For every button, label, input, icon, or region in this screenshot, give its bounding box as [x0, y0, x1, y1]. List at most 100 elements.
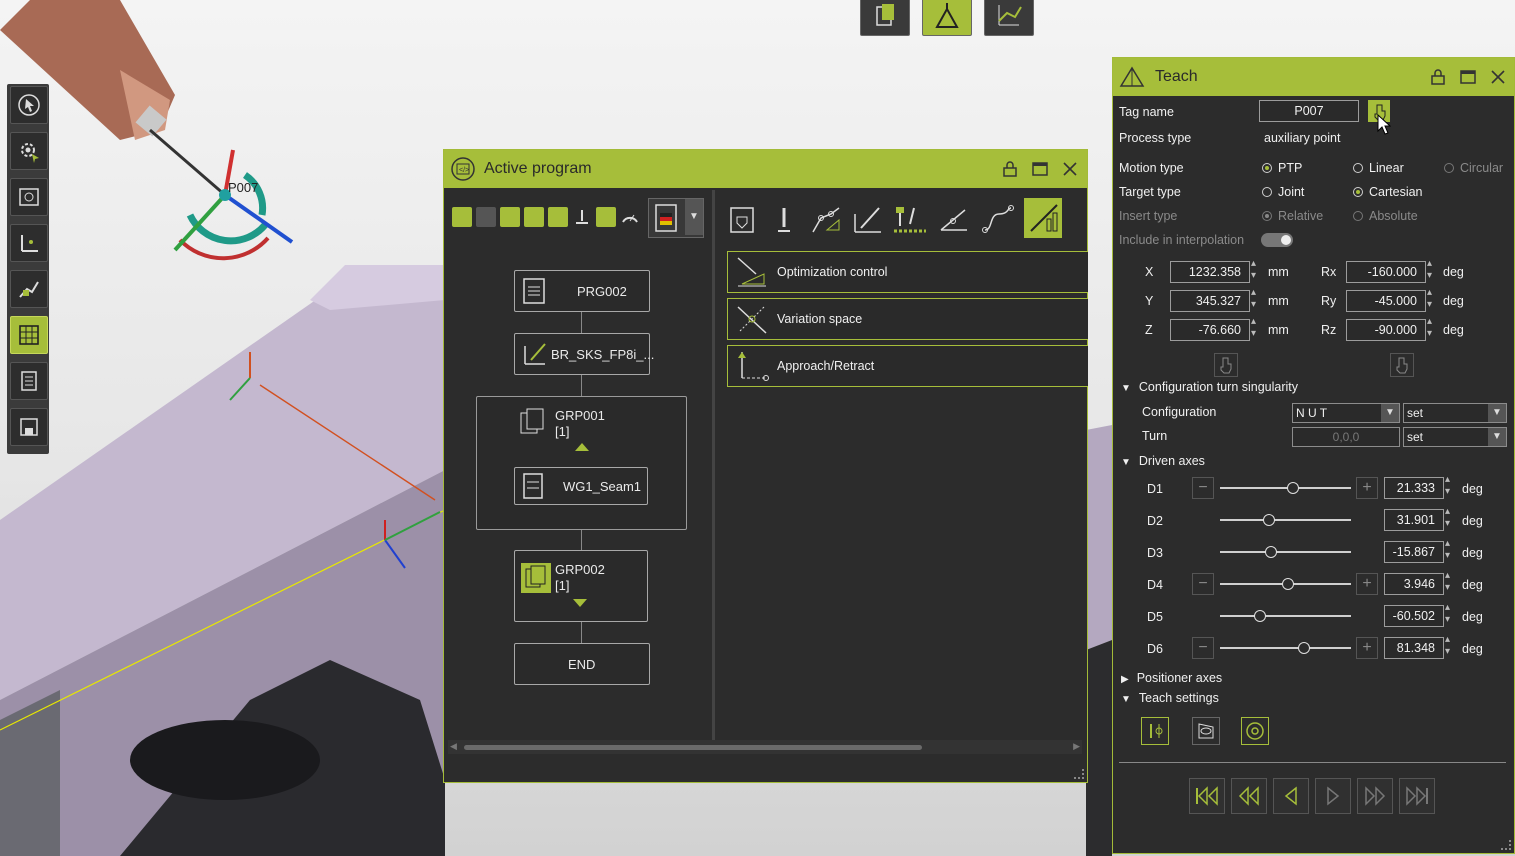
- y-input[interactable]: 345.327: [1170, 290, 1250, 312]
- radio-cartesian[interactable]: [1353, 187, 1363, 197]
- axis-spinner[interactable]: [1444, 570, 1456, 595]
- teach-orientation-button[interactable]: [1390, 353, 1414, 377]
- path-edit-button[interactable]: [10, 270, 48, 308]
- program-grid-button[interactable]: [10, 316, 48, 354]
- document-list-button[interactable]: [10, 362, 48, 400]
- ry-input[interactable]: -45.000: [1346, 290, 1426, 312]
- tree-node-group1[interactable]: GRP001 [1] WG1_Seam1: [476, 396, 687, 530]
- sensor-icon[interactable]: [596, 207, 616, 227]
- multi-torch-icon[interactable]: [892, 202, 928, 238]
- speed-icon[interactable]: [452, 207, 472, 227]
- scroll-right-icon[interactable]: ▶: [1073, 741, 1080, 752]
- tree-node-seam-group[interactable]: BR_SKS_FP8i_...: [514, 333, 654, 375]
- tag-name-input[interactable]: P007: [1259, 100, 1359, 122]
- axis-increment-button[interactable]: +: [1356, 573, 1378, 595]
- axis-decrement-button[interactable]: −: [1192, 573, 1214, 595]
- lock-icon[interactable]: [1001, 160, 1019, 178]
- maximize-icon[interactable]: [1459, 68, 1477, 86]
- first-point-button[interactable]: [1189, 778, 1225, 814]
- axis-spinner[interactable]: [1444, 538, 1456, 563]
- clipboard-button[interactable]: [860, 0, 910, 36]
- teach-view-button[interactable]: [1192, 717, 1220, 745]
- radio-linear[interactable]: [1353, 163, 1363, 173]
- sparkle-icon[interactable]: [476, 207, 496, 227]
- resize-grip-icon[interactable]: [1074, 769, 1084, 779]
- next-fast-button[interactable]: [1357, 778, 1393, 814]
- teach-titlebar[interactable]: Teach: [1113, 58, 1514, 96]
- rz-spinner[interactable]: [1426, 316, 1438, 341]
- torch-tool-icon[interactable]: [524, 207, 544, 227]
- axis-slider[interactable]: [1220, 546, 1351, 558]
- scroll-left-icon[interactable]: ◀: [450, 741, 457, 752]
- torch-tool-alt-icon[interactable]: [548, 207, 568, 227]
- tree-node-program[interactable]: PRG002: [514, 270, 650, 312]
- teach-position-button[interactable]: [1214, 353, 1238, 377]
- teach-settings-header[interactable]: ▼ Teach settings: [1121, 691, 1219, 705]
- x-input[interactable]: 1232.358: [1170, 261, 1250, 283]
- rz-input[interactable]: -90.000: [1346, 319, 1426, 341]
- resize-grip-icon[interactable]: [1501, 840, 1511, 850]
- axis-value-input[interactable]: 31.901: [1384, 509, 1444, 531]
- grid-chart-button[interactable]: [984, 0, 1034, 36]
- program-shield-icon[interactable]: [724, 202, 760, 238]
- axis-value-input[interactable]: -15.867: [1384, 541, 1444, 563]
- slider-knob[interactable]: [1264, 546, 1277, 558]
- ry-spinner[interactable]: [1426, 287, 1438, 312]
- select-tool-button[interactable]: [10, 86, 48, 124]
- list-item-variation-space[interactable]: Variation space: [727, 298, 1088, 340]
- tree-node-group2[interactable]: GRP002 [1]: [514, 550, 648, 622]
- config-section-header[interactable]: ▼ Configuration turn singularity: [1121, 380, 1298, 394]
- seam-weld-icon[interactable]: [850, 202, 886, 238]
- axis-decrement-button[interactable]: −: [1192, 637, 1214, 659]
- axis-spinner[interactable]: [1444, 634, 1456, 659]
- torch-tip-icon[interactable]: [766, 202, 802, 238]
- radio-circular[interactable]: [1444, 163, 1454, 173]
- previous-point-button[interactable]: [1273, 778, 1309, 814]
- chevron-down-icon[interactable]: ▼: [685, 199, 703, 235]
- slider-knob[interactable]: [1297, 642, 1310, 654]
- axis-slider[interactable]: [1220, 578, 1351, 590]
- radio-relative[interactable]: [1262, 211, 1272, 221]
- last-point-button[interactable]: [1399, 778, 1435, 814]
- configuration-select[interactable]: N U T ▼: [1292, 403, 1400, 423]
- active-program-titlebar[interactable]: </> Active program: [444, 150, 1087, 188]
- slider-knob[interactable]: [1287, 482, 1300, 494]
- y-spinner[interactable]: [1250, 287, 1262, 312]
- axis-increment-button[interactable]: +: [1356, 477, 1378, 499]
- radio-ptp[interactable]: [1262, 163, 1272, 173]
- teach-target-button[interactable]: [1241, 717, 1269, 745]
- angle-measure-icon[interactable]: [936, 202, 972, 238]
- next-point-button[interactable]: [1315, 778, 1351, 814]
- map-view-button[interactable]: [10, 178, 48, 216]
- collapse-arrow-icon[interactable]: [575, 443, 589, 451]
- close-icon[interactable]: [1489, 68, 1507, 86]
- turn-input[interactable]: 0,0,0: [1292, 427, 1400, 447]
- robot-torch-button[interactable]: [922, 0, 972, 36]
- driven-axes-header[interactable]: ▼ Driven axes: [1121, 454, 1205, 468]
- curve-path-icon[interactable]: [980, 202, 1016, 238]
- axis-value-input[interactable]: 81.348: [1384, 637, 1444, 659]
- x-spinner[interactable]: [1250, 258, 1262, 283]
- frame-axes-button[interactable]: [10, 224, 48, 262]
- slider-knob[interactable]: [1254, 610, 1267, 622]
- tree-node-seam[interactable]: WG1_Seam1: [514, 467, 648, 505]
- axis-decrement-button[interactable]: −: [1192, 477, 1214, 499]
- axis-slider[interactable]: [1220, 642, 1351, 654]
- radio-absolute[interactable]: [1353, 211, 1363, 221]
- axis-spinner[interactable]: [1444, 602, 1456, 627]
- axis-spinner[interactable]: [1444, 474, 1456, 499]
- list-item-optimization-control[interactable]: Optimization control: [727, 251, 1088, 293]
- weld-gun-icon[interactable]: [500, 207, 520, 227]
- previous-fast-button[interactable]: [1231, 778, 1267, 814]
- expand-arrow-icon[interactable]: [573, 599, 587, 607]
- axis-spinner[interactable]: [1444, 506, 1456, 531]
- axis-increment-button[interactable]: +: [1356, 637, 1378, 659]
- slider-knob[interactable]: [1281, 578, 1294, 590]
- axis-slider[interactable]: [1220, 514, 1351, 526]
- interpolation-toggle[interactable]: [1261, 233, 1293, 247]
- axis-value-input[interactable]: -60.502: [1384, 605, 1444, 627]
- tree-node-end[interactable]: END: [514, 643, 650, 685]
- positioner-axes-header[interactable]: ▶ Positioner axes: [1121, 671, 1222, 685]
- gauge-icon[interactable]: [620, 207, 640, 227]
- maximize-icon[interactable]: [1031, 160, 1049, 178]
